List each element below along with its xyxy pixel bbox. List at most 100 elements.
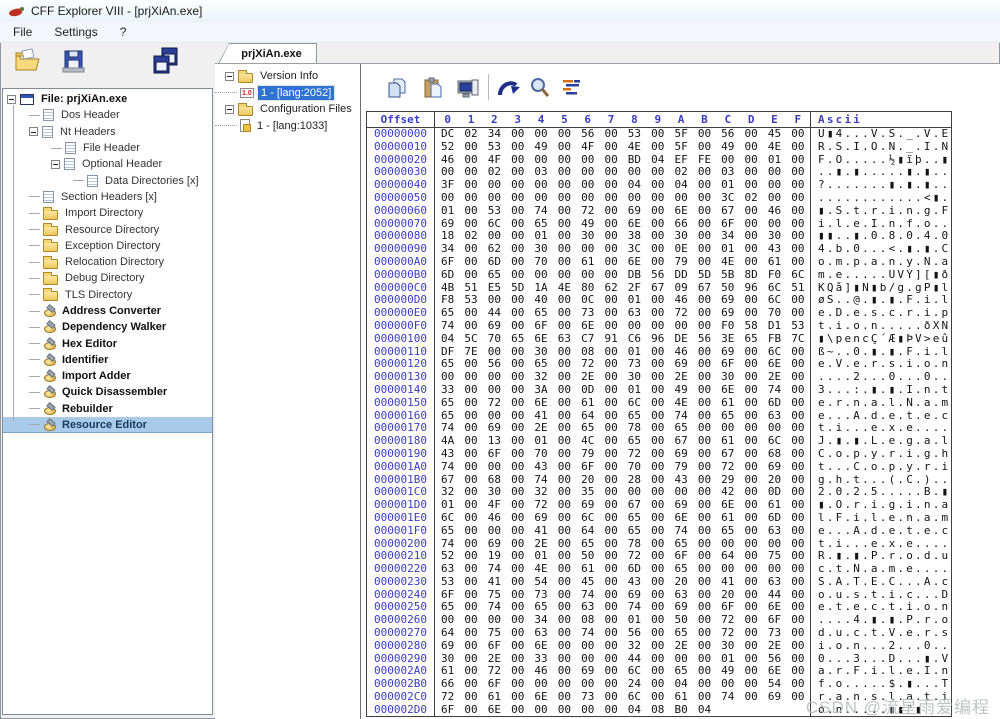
byte-value[interactable]: 00 [739,525,762,538]
offset-cell[interactable]: 000001F0 [367,525,435,538]
ascii-cell[interactable]: r.a.n.s.l.a.t.i. [811,691,951,704]
byte-value[interactable]: 72 [529,499,552,512]
byte-value[interactable]: 54 [529,576,552,589]
byte-value[interactable]: 79 [669,256,692,269]
byte-value[interactable]: 00 [459,512,482,525]
ascii-cell[interactable]: e.r.n.a.l.N.a.m. [811,397,951,410]
byte-value[interactable]: 00 [506,576,529,589]
byte-value[interactable]: 00 [599,691,622,704]
byte-value[interactable]: 00 [693,576,716,589]
byte-value[interactable]: 00 [693,384,716,397]
hex-row[interactable]: 000002C0720061006E0073006C00610074006900… [367,691,951,704]
byte-value[interactable]: 00 [483,525,506,538]
byte-value[interactable]: 00 [506,512,529,525]
hex-row[interactable]: 0000023053004100540045004300200041006300… [367,576,951,589]
resource-strings-icon[interactable] [560,76,584,100]
menu-file[interactable]: File [2,23,43,41]
byte-value[interactable]: 00 [436,192,459,205]
byte-value[interactable]: 04 [436,333,459,346]
byte-value[interactable]: 00 [599,704,622,717]
byte-value[interactable]: 65 [436,525,459,538]
byte-value[interactable]: 00 [506,627,529,640]
byte-value[interactable]: 5B [716,269,739,282]
ascii-cell[interactable]: 2.0.2.5.....B.▮. [811,486,951,499]
offset-cell[interactable]: 000000F0 [367,320,435,333]
byte-value[interactable]: 72 [483,397,506,410]
byte-value[interactable]: 00 [599,525,622,538]
byte-value[interactable]: 79 [669,461,692,474]
byte-value[interactable]: 6D [763,512,786,525]
offset-cell[interactable]: 000000A0 [367,256,435,269]
byte-value[interactable]: 00 [786,435,809,448]
byte-value[interactable]: 3E [716,333,739,346]
byte-value[interactable]: 00 [693,141,716,154]
byte-value[interactable]: 00 [716,563,739,576]
byte-value[interactable]: 00 [599,461,622,474]
byte-value[interactable]: 61 [716,512,739,525]
byte-value[interactable]: 4C [576,435,599,448]
byte-value[interactable]: 02 [459,128,482,141]
ascii-cell[interactable]: J.▮.▮.L.e.g.a.l. [811,435,951,448]
ascii-cell[interactable]: c.t.N.a.m.e..... [811,563,951,576]
byte-value[interactable]: 00 [599,563,622,576]
offset-cell[interactable]: 000001A0 [367,461,435,474]
byte-value[interactable]: 00 [693,525,716,538]
ascii-cell[interactable]: R.S.I.O.N._.I.N. [811,141,951,154]
ascii-cell[interactable]: i.o.n...2...0... [811,640,951,653]
byte-value[interactable]: 00 [459,499,482,512]
byte-value[interactable]: 00 [599,640,622,653]
byte-value[interactable]: 13 [483,435,506,448]
byte-value[interactable]: C6 [623,333,646,346]
byte-value[interactable]: 00 [739,576,762,589]
byte-value[interactable]: 04 [623,704,646,717]
byte-value[interactable]: 63 [763,576,786,589]
byte-value[interactable]: 00 [646,192,669,205]
byte-value[interactable]: 00 [739,141,762,154]
byte-cells[interactable]: 720061006E0073006C00610074006900 [435,691,811,704]
file-tree-item[interactable]: Optional Header [3,156,212,172]
byte-value[interactable]: FB [763,333,786,346]
byte-cells[interactable]: 7400000043006F007000790072006900 [435,461,811,474]
byte-value[interactable]: 01 [436,205,459,218]
byte-value[interactable]: 00 [646,627,669,640]
hex-row[interactable]: 000000B06D00650000000000DB56DD5D5B8DF06C… [367,269,951,282]
byte-value[interactable]: 00 [646,576,669,589]
byte-value[interactable]: 6D [763,397,786,410]
byte-value[interactable]: 00 [506,320,529,333]
byte-value[interactable]: 73 [576,691,599,704]
byte-cells[interactable]: DC0234000000560053005F0056004500 [435,128,811,141]
hex-row[interactable]: 00000140330000003A000D00010049006E007400… [367,384,951,397]
byte-value[interactable]: 4E [669,397,692,410]
byte-value[interactable]: 45 [576,576,599,589]
file-tree-item[interactable]: Identifier [3,352,212,368]
byte-value[interactable]: 49 [669,384,692,397]
byte-value[interactable]: 00 [459,205,482,218]
byte-value[interactable]: 00 [739,384,762,397]
ascii-cell[interactable]: ?.......▮.▮.▮... [811,179,951,192]
ascii-cell[interactable]: d.u.c.t.V.e.r.s. [811,627,951,640]
byte-value[interactable]: 6C [436,512,459,525]
byte-value[interactable]: 72 [576,205,599,218]
byte-value[interactable]: 00 [506,563,529,576]
hex-row[interactable]: 000000A06F006D00700061006E0079004E006100… [367,256,951,269]
byte-value[interactable]: 2E [669,640,692,653]
byte-value[interactable]: 00 [459,704,482,717]
ascii-cell[interactable]: f.o.....$.▮...T. [811,678,951,691]
byte-value[interactable]: 6C [623,691,646,704]
byte-value[interactable]: 6F [436,256,459,269]
byte-value[interactable]: 72 [623,448,646,461]
byte-value[interactable]: 61 [669,691,692,704]
byte-value[interactable]: 00 [599,576,622,589]
file-tree-item[interactable]: Exception Directory [3,238,212,254]
byte-cells[interactable]: 5200530049004F004E005F0049004E00 [435,141,811,154]
ascii-cell[interactable]: e...A.d.e.t.e.c. [811,525,951,538]
byte-value[interactable]: 00 [506,448,529,461]
byte-value[interactable]: 00 [553,141,576,154]
byte-value[interactable]: 00 [506,499,529,512]
byte-value[interactable]: 00 [786,576,809,589]
byte-value[interactable]: 00 [646,128,669,141]
byte-value[interactable]: 65 [483,269,506,282]
byte-value[interactable]: 70 [483,333,506,346]
byte-value[interactable]: 00 [739,128,762,141]
byte-value[interactable]: 70 [529,448,552,461]
